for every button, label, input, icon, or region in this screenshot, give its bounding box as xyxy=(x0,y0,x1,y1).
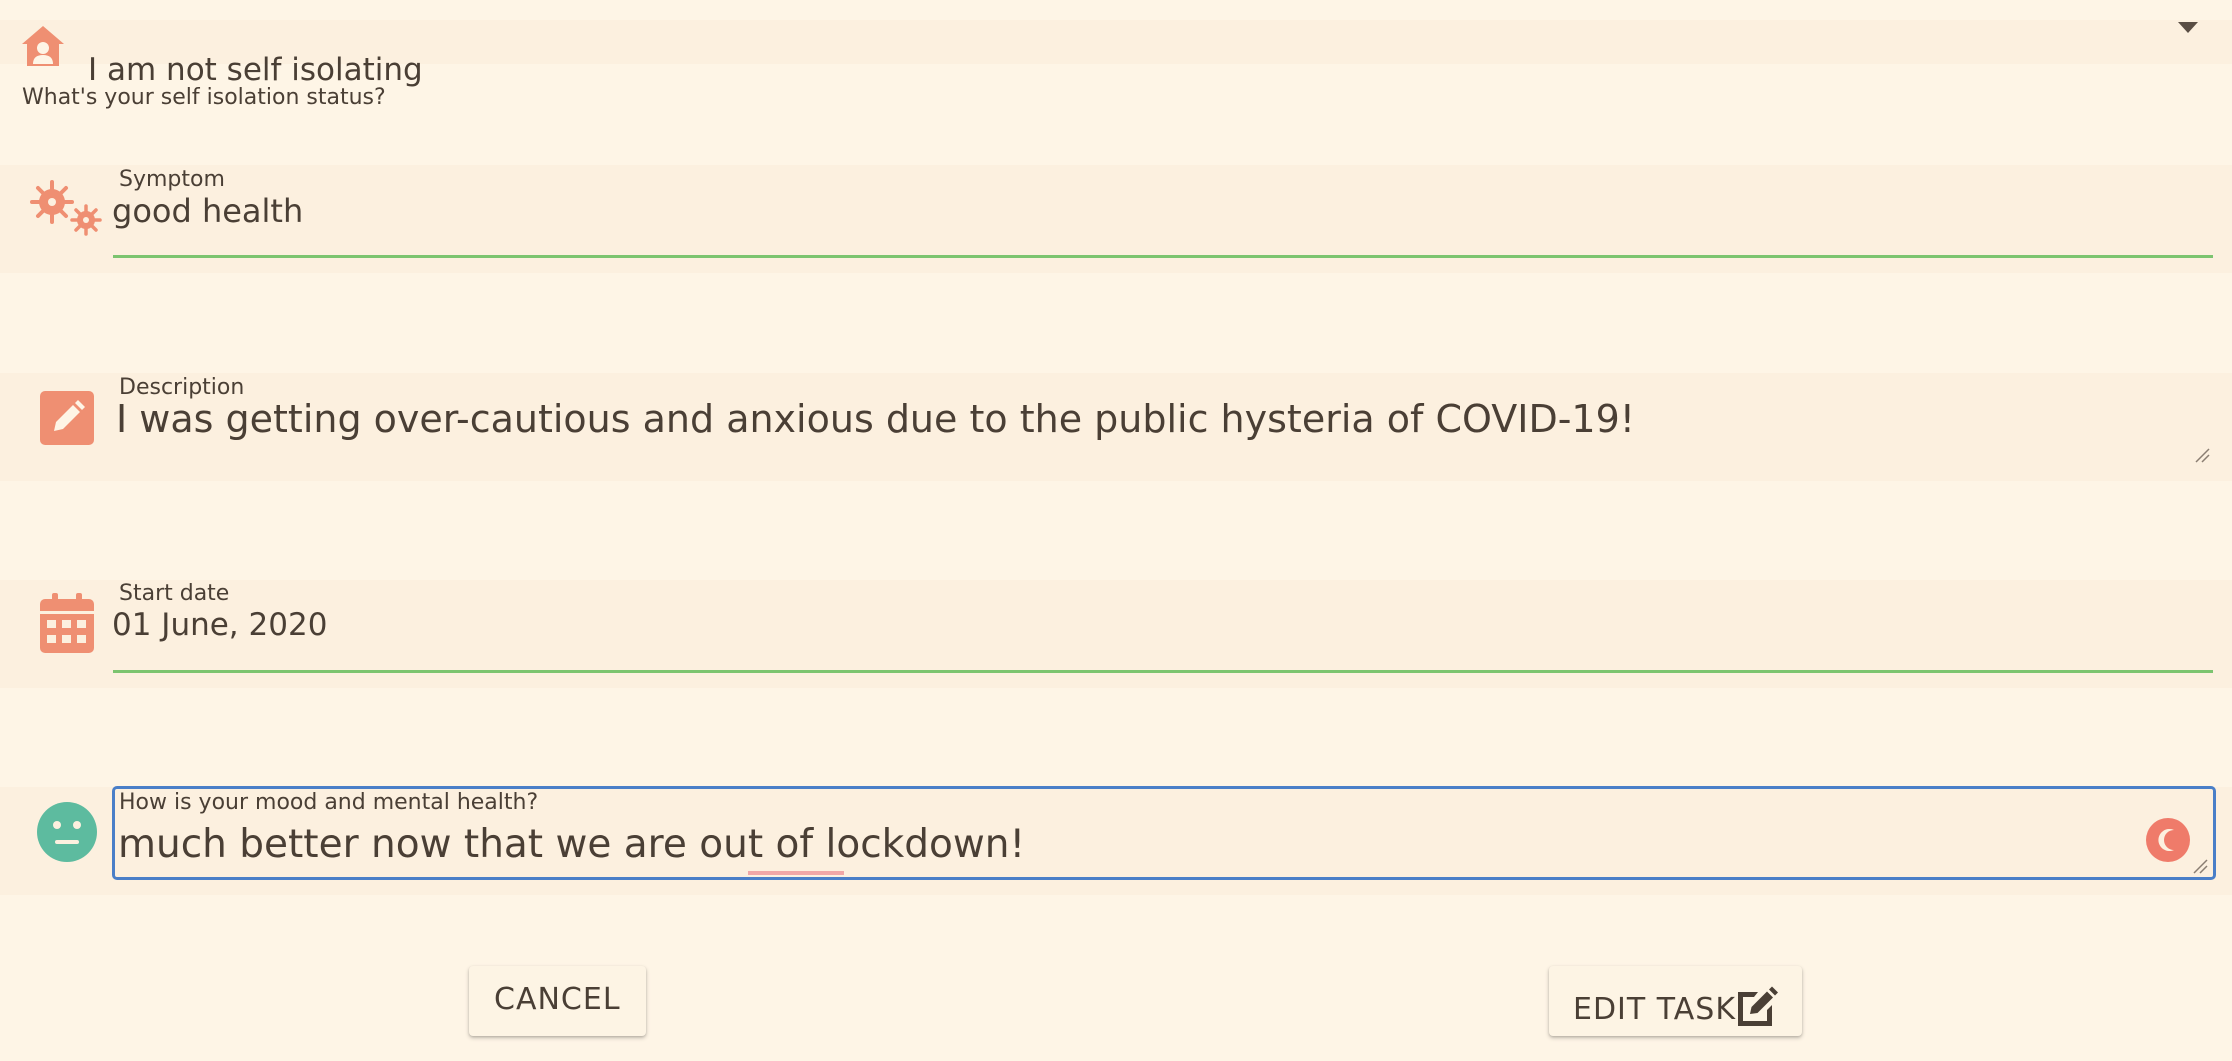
edit-task-button[interactable]: EDIT TASK xyxy=(1549,966,1802,1036)
pencil-icon xyxy=(40,391,94,445)
loading-spinner-icon xyxy=(2146,818,2190,862)
mood-input-text[interactable]: much better now that we are out of lockd… xyxy=(118,820,1025,870)
cancel-button-label: CANCEL xyxy=(494,982,621,1017)
mood-resize-handle-icon[interactable] xyxy=(2192,858,2208,874)
edit-task-form: I am not self isolating What's your self… xyxy=(0,0,2232,1061)
symptom-input[interactable]: good health xyxy=(112,190,303,232)
virus-icon xyxy=(30,180,102,236)
cancel-button[interactable]: CANCEL xyxy=(469,966,646,1036)
mood-label: How is your mood and mental health? xyxy=(119,790,539,815)
calendar-icon xyxy=(40,593,94,653)
chevron-down-icon[interactable] xyxy=(2178,22,2198,33)
symptom-underline xyxy=(113,255,2213,258)
spellcheck-underline xyxy=(748,871,844,875)
start-date-input[interactable]: 01 June, 2020 xyxy=(112,604,327,646)
edit-icon xyxy=(1738,986,1778,1026)
start-date-underline xyxy=(113,670,2213,673)
description-textarea[interactable]: I was getting over-cautious and anxious … xyxy=(116,395,1635,443)
resize-handle-icon[interactable] xyxy=(2194,447,2210,463)
isolation-status-helper-text: What's your self isolation status? xyxy=(22,85,386,110)
edit-task-button-label: EDIT TASK xyxy=(1573,992,1736,1027)
home-person-icon xyxy=(22,26,64,66)
neutral-face-icon xyxy=(37,802,97,862)
